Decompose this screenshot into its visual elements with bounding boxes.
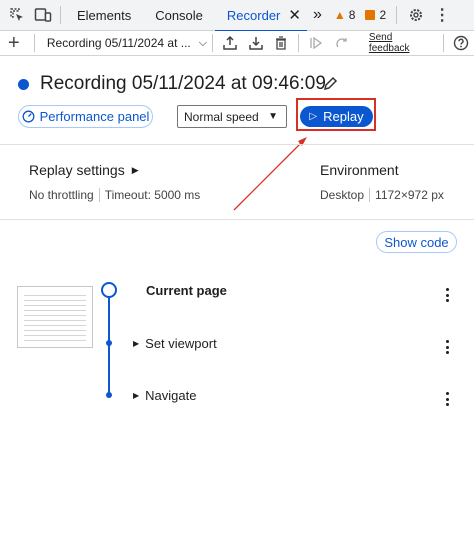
step-menu-icon[interactable]: [441, 286, 453, 304]
step-set-viewport[interactable]: ▶ Set viewport: [133, 336, 217, 351]
steps-timeline: [108, 298, 110, 396]
caret-right-icon: ▶: [133, 339, 140, 348]
caret-right-icon: ▶: [133, 391, 140, 400]
step-navigate-label: Navigate: [145, 388, 197, 403]
timeline-start-node: [101, 282, 117, 298]
step-navigate[interactable]: ▶ Navigate: [133, 388, 196, 403]
step-menu-icon[interactable]: [441, 338, 453, 356]
step-set-viewport-label: Set viewport: [145, 336, 217, 351]
step-menu-icon[interactable]: [441, 390, 453, 408]
timeline-node: [106, 340, 112, 346]
step-current-page[interactable]: Current page: [146, 283, 227, 298]
timeline-node: [106, 392, 112, 398]
